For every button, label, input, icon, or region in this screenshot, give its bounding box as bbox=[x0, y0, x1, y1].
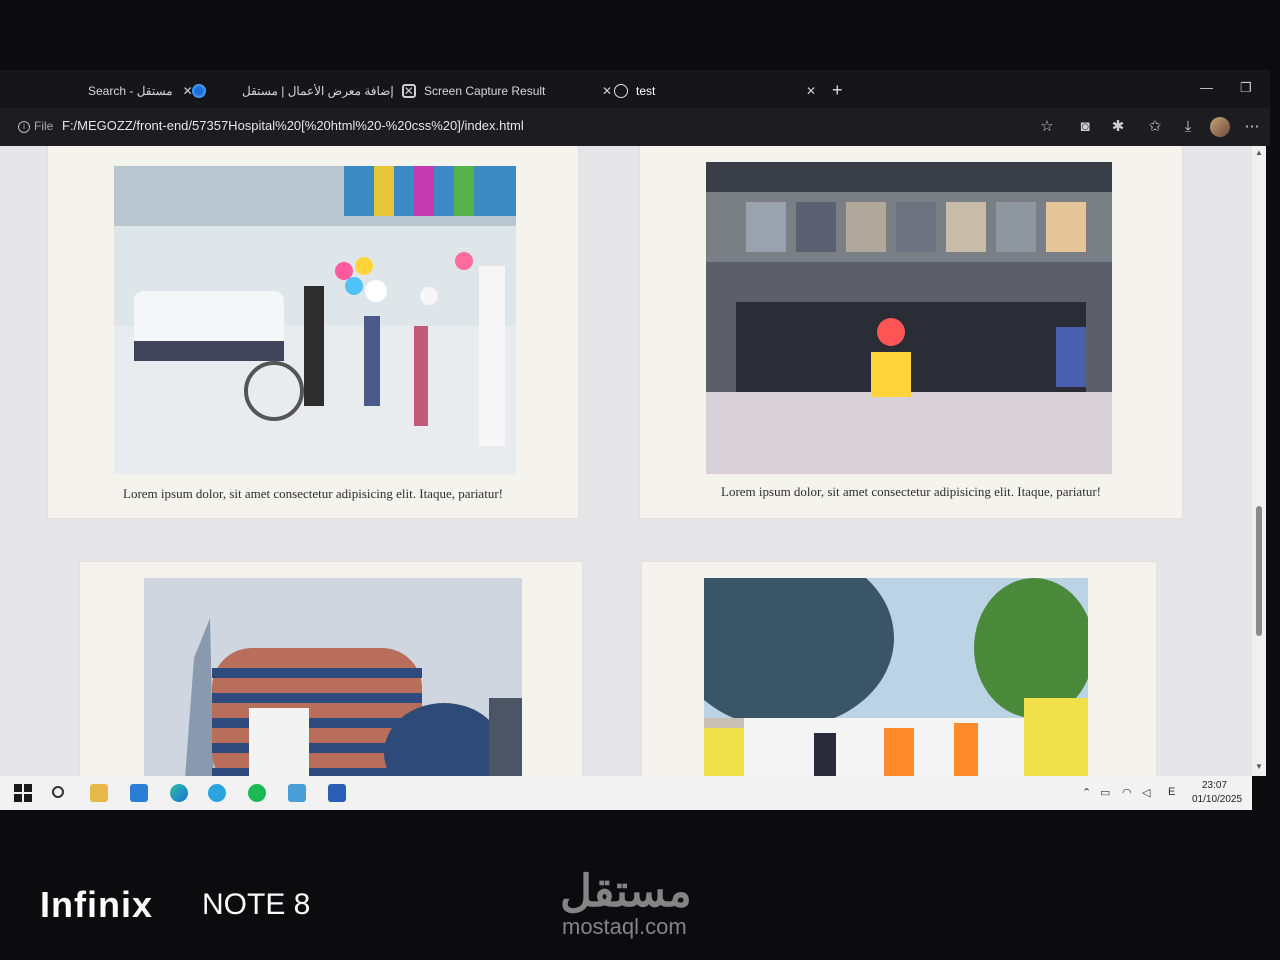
tab-title: Screen Capture Result bbox=[424, 84, 546, 98]
address-bar: i File F:/MEGOZZ/front-end/57357Hospital… bbox=[0, 108, 1270, 146]
profile-avatar[interactable] bbox=[1210, 117, 1230, 137]
url-field[interactable]: F:/MEGOZZ/front-end/57357Hospital%20[%20… bbox=[62, 118, 524, 133]
file-explorer-icon[interactable] bbox=[90, 784, 108, 802]
word-icon[interactable] bbox=[328, 784, 346, 802]
windows-start-icon[interactable] bbox=[14, 784, 32, 802]
scroll-thumb[interactable] bbox=[1256, 506, 1262, 636]
wifi-icon[interactable]: ◠ bbox=[1122, 786, 1132, 799]
vscode-icon[interactable] bbox=[130, 784, 148, 802]
hospital-building-photo bbox=[144, 578, 522, 776]
clock-date[interactable]: 01/10/2025 bbox=[1192, 794, 1242, 805]
gallery-card: Lorem ipsum dolor, sit amet consectetur … bbox=[48, 146, 578, 518]
favorite-star-icon[interactable]: ☆ bbox=[1037, 117, 1057, 137]
phone-brand-watermark: Infinix bbox=[40, 884, 153, 925]
scroll-up-arrow-icon[interactable]: ▲ bbox=[1254, 148, 1264, 158]
gallery-card: Lorem ipsum dolor, sit amet consectetur … bbox=[640, 146, 1182, 518]
clock-time[interactable]: 23:07 bbox=[1202, 780, 1227, 791]
photo-of-screen: Search - مستقل ✕ إضافة معرض الأعمال | مس… bbox=[0, 0, 1280, 960]
close-icon[interactable]: ✕ bbox=[602, 84, 612, 98]
screenshot-camera-icon[interactable]: ◙ bbox=[1075, 117, 1095, 137]
globe-icon bbox=[614, 84, 628, 98]
restore-icon[interactable]: ❐ bbox=[1240, 80, 1252, 96]
battery-icon[interactable]: ▭ bbox=[1100, 786, 1110, 799]
card-caption: Lorem ipsum dolor, sit amet consectetur … bbox=[123, 486, 503, 501]
hospital-lobby-photo bbox=[114, 166, 516, 474]
scheme-label: File bbox=[34, 119, 54, 133]
minimize-icon[interactable]: — bbox=[1200, 80, 1213, 95]
group-photo-mural bbox=[706, 162, 1112, 474]
close-icon[interactable]: ✕ bbox=[806, 84, 816, 98]
camera-app-icon[interactable] bbox=[288, 784, 306, 802]
edge-icon[interactable] bbox=[170, 784, 188, 802]
edge-icon bbox=[192, 84, 206, 98]
staff-group-photo bbox=[704, 578, 1088, 776]
camera-icon bbox=[402, 84, 416, 98]
card-caption: Lorem ipsum dolor, sit amet consectetur … bbox=[721, 484, 1101, 499]
telegram-icon[interactable] bbox=[208, 784, 226, 802]
download-icon[interactable]: ⤓ bbox=[1178, 117, 1198, 137]
site-watermark-latin: mostaql.com bbox=[562, 914, 687, 939]
tab-title: Search - مستقل bbox=[88, 84, 173, 98]
windows-taskbar: ⌃ ▭ ◠ ◁ E 23:07 01/10/2025 bbox=[0, 776, 1252, 810]
extensions-icon[interactable]: ✱ bbox=[1108, 117, 1128, 137]
site-watermark-arabic: مستقل bbox=[560, 867, 692, 916]
tab-title: test bbox=[636, 84, 656, 98]
gallery-card bbox=[80, 562, 582, 776]
spotify-icon[interactable] bbox=[248, 784, 266, 802]
favorites-icon[interactable]: ✩ bbox=[1145, 117, 1165, 137]
gallery-card bbox=[642, 562, 1156, 776]
input-language[interactable]: E bbox=[1168, 786, 1175, 798]
more-menu-icon[interactable]: ⋯ bbox=[1242, 117, 1262, 137]
search-icon[interactable] bbox=[52, 786, 64, 798]
page-scrollbar[interactable]: ▲ ▼ bbox=[1252, 146, 1266, 776]
scroll-down-arrow-icon[interactable]: ▼ bbox=[1254, 762, 1264, 772]
volume-icon[interactable]: ◁ bbox=[1142, 786, 1150, 799]
tab-search-mostaql[interactable]: Search - مستقل ✕ bbox=[88, 78, 193, 104]
page-viewport: Lorem ipsum dolor, sit amet consectetur … bbox=[0, 146, 1252, 776]
chevron-up-icon[interactable]: ⌃ bbox=[1082, 786, 1091, 799]
new-tab-icon[interactable]: + bbox=[832, 80, 843, 101]
browser-tab-strip: Search - مستقل ✕ إضافة معرض الأعمال | مس… bbox=[0, 70, 1270, 108]
tab-portfolio-add[interactable]: إضافة معرض الأعمال | مستقل ✕ bbox=[192, 78, 414, 104]
info-icon[interactable]: i bbox=[18, 121, 30, 133]
tab-title: إضافة معرض الأعمال | مستقل bbox=[242, 84, 394, 98]
tab-screen-capture[interactable]: Screen Capture Result ✕ bbox=[402, 78, 612, 104]
phone-model-watermark: NOTE 8 bbox=[202, 888, 311, 921]
tab-test[interactable]: test ✕ bbox=[614, 78, 816, 104]
